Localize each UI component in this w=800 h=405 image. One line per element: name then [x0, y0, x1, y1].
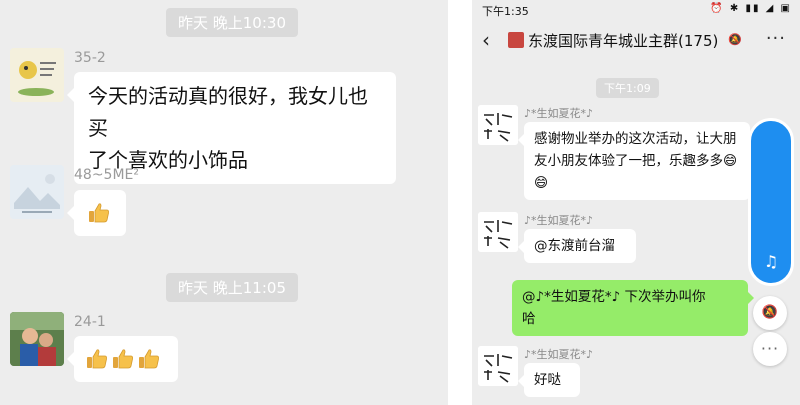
back-icon[interactable]: ‹: [482, 28, 490, 52]
sender-name: 48~5ME²: [74, 167, 139, 183]
message-text: @东渡前台溜: [534, 238, 615, 254]
timestamp-2: 昨天 晚上11:05: [166, 273, 298, 302]
timestamp: 下午1:09: [596, 78, 659, 98]
more-options-icon[interactable]: ···: [766, 28, 786, 49]
zoomed-chat-panel: 昨天 晚上10:30 35-2 今天的活动真的很好，我女儿也买 了个喜欢的小饰品…: [0, 0, 448, 405]
message-text: 好哒: [534, 372, 561, 388]
thumbs-up-icon: [112, 348, 134, 370]
message-line: 😄: [534, 175, 549, 191]
status-time: 下午1:35: [482, 5, 529, 18]
avatar-calligraphy-icon: [478, 346, 518, 386]
phone-chat-screen: 下午1:35 ⏰ ✱ ▮▮ ◢ ▣ ‹ 东渡国际青年城业主群(175) 🔕 ··…: [472, 0, 800, 405]
mute-notification-icon[interactable]: 🔕: [753, 296, 787, 330]
message-line: 友小朋友体验了一把，乐趣多多😄: [534, 153, 738, 169]
status-bar: 下午1:35 ⏰ ✱ ▮▮ ◢ ▣: [472, 0, 800, 20]
music-note-icon: ♫: [763, 252, 779, 271]
avatar-photo-icon: [10, 312, 64, 366]
thumbs-up-icon: [88, 202, 110, 224]
message-bubble[interactable]: [67, 190, 126, 236]
avatar-calligraphy[interactable]: [478, 346, 518, 386]
avatar-calligraphy[interactable]: [478, 105, 518, 145]
panel-divider: [448, 0, 472, 405]
avatar-35-2[interactable]: [10, 48, 64, 102]
thumbs-up-icon: [86, 348, 108, 370]
timestamp-1: 昨天 晚上10:30: [166, 8, 298, 37]
avatar-calligraphy-icon: [478, 212, 518, 252]
sender-name: ♪*生如夏花*♪: [524, 214, 594, 227]
self-message-bubble[interactable]: @♪*生如夏花*♪ 下次举办叫你 哈: [512, 280, 754, 336]
avatar-landscape-icon: [10, 165, 64, 219]
message-line: 哈: [522, 311, 536, 327]
status-icons: ⏰ ✱ ▮▮ ◢ ▣: [710, 3, 792, 14]
mute-icon: 🔕: [728, 33, 742, 46]
building-emoji-icon: [508, 32, 524, 48]
thumbs-up-icon: [138, 348, 160, 370]
sender-name: 35-2: [74, 50, 106, 66]
sender-name: ♪*生如夏花*♪: [524, 107, 594, 120]
chat-title-bar: ‹ 东渡国际青年城业主群(175) 🔕 ···: [472, 20, 800, 60]
message-bubble[interactable]: 好哒: [518, 363, 580, 397]
avatar-calligraphy[interactable]: [478, 212, 518, 252]
sender-name: 24-1: [74, 314, 106, 330]
avatar-24-1[interactable]: [10, 312, 64, 366]
floating-music-panel[interactable]: ♫: [748, 118, 794, 286]
group-title: 东渡国际青年城业主群(175): [528, 32, 719, 50]
message-bubble[interactable]: 感谢物业举办的这次活动，让大朋 友小朋友体验了一把，乐趣多多😄 😄: [518, 122, 750, 200]
sender-name: ♪*生如夏花*♪: [524, 348, 594, 361]
avatar-calligraphy-icon: [478, 105, 518, 145]
message-bubble[interactable]: [67, 336, 178, 382]
more-icon[interactable]: ···: [753, 332, 787, 366]
avatar-48-5me[interactable]: [10, 165, 64, 219]
message-bubble[interactable]: @东渡前台溜: [518, 229, 636, 263]
message-line: 今天的活动真的很好，我女儿也买: [88, 84, 368, 140]
message-line: @♪*生如夏花*♪ 下次举办叫你: [522, 289, 706, 305]
message-line: 感谢物业举办的这次活动，让大朋: [534, 131, 737, 147]
avatar-drawing-icon: [10, 48, 64, 102]
